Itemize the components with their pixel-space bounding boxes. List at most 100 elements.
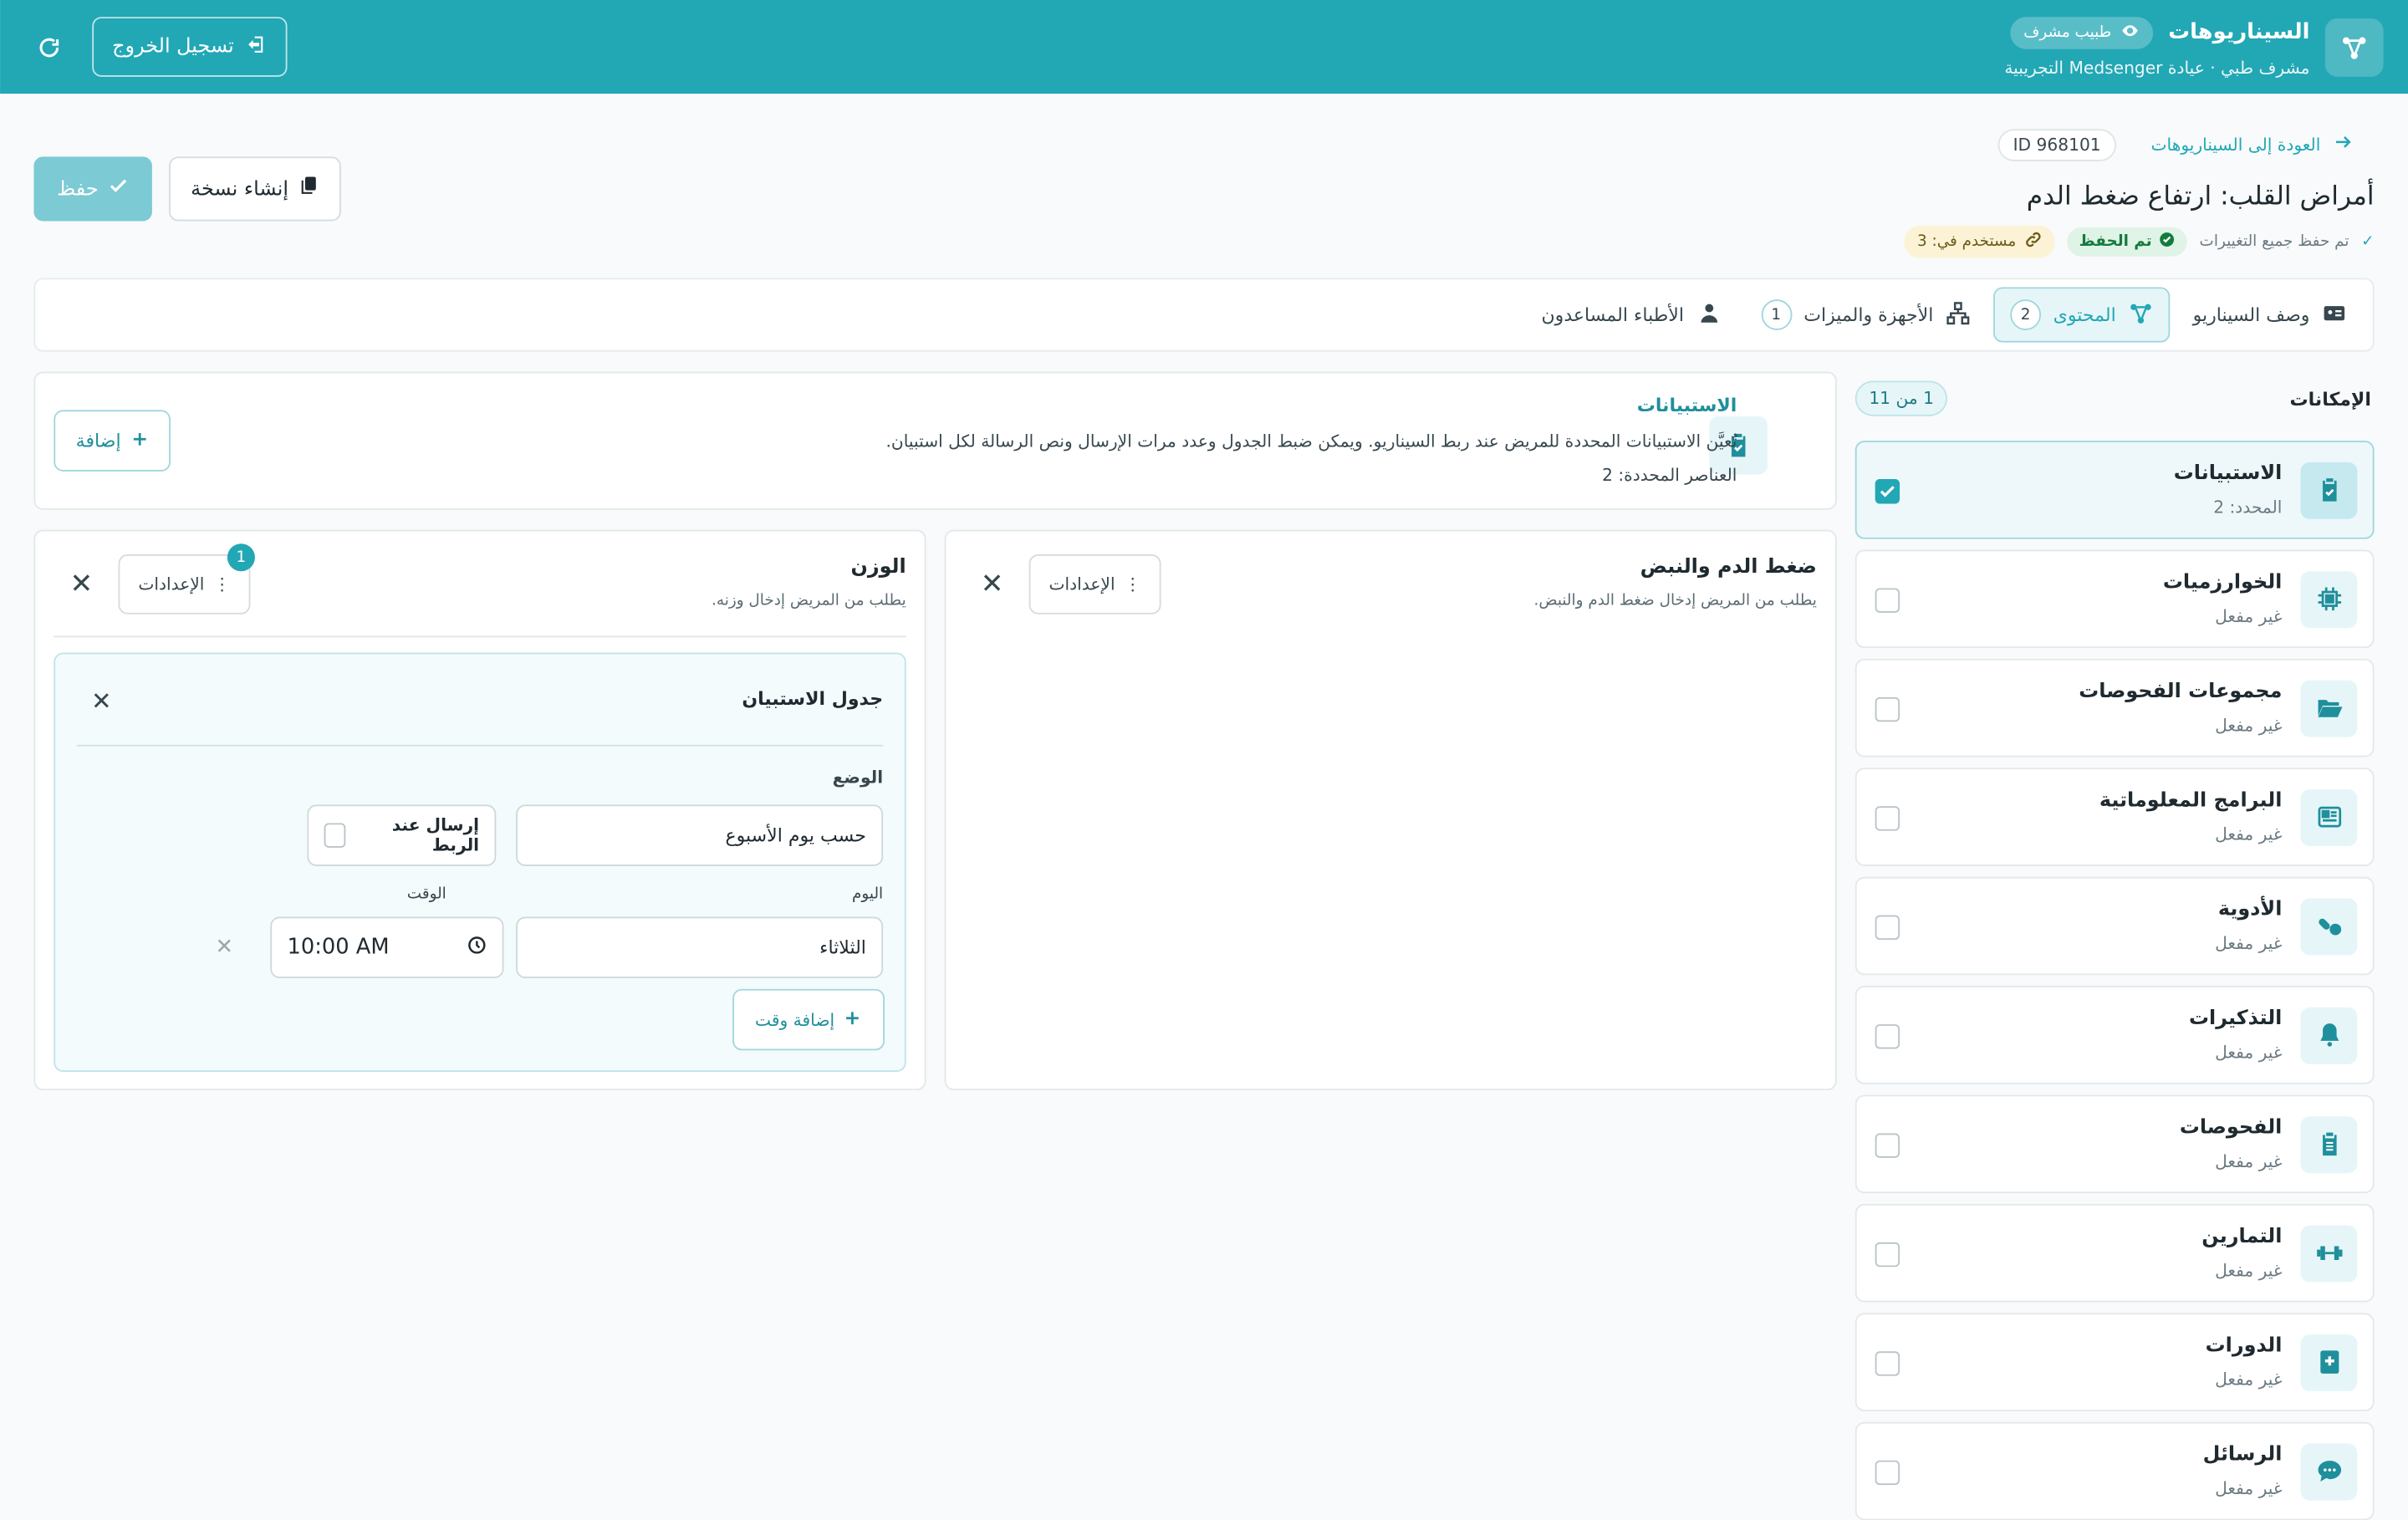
add-button[interactable]: إضافة [54,410,171,472]
card-divider [54,635,906,638]
send-on-link-checkbox[interactable]: إرسال عند الربط [307,804,497,866]
clock-icon[interactable] [467,935,487,961]
feature-info-programs[interactable]: البرامج المعلوماتية غير مفعل [1854,768,2375,866]
save-status-row: ✓ تم حفظ جميع التغييرات تم الحفظ مستخدم … [1905,225,2375,258]
feature-status: غير مفعل [2215,606,2283,627]
vertical-dots-icon: ⋮ [1124,574,1141,594]
feature-exam-groups[interactable]: مجموعات الفحوصات غير مفعل [1854,658,2375,757]
settings-count-badge: 1 [227,543,255,572]
tab-devices[interactable]: الأجهزة والميزات 1 [1744,287,1987,342]
feature-medications[interactable]: الأدوية غير مفعل [1854,876,2375,976]
feature-label: الأدوية [2217,898,2283,922]
saved-badge-label: تم الحفظ [2079,233,2152,251]
features-count: 1 من 11 [1854,380,1948,416]
feature-questionnaires[interactable]: الاستبيانات المحدد: 2 [1854,441,2375,539]
card-title: الوزن [850,555,906,579]
mode-select[interactable]: حسب يوم الأسبوع [516,804,884,866]
arrow-right-icon [2333,132,2353,156]
feature-status: المحدد: 2 [2213,497,2283,518]
card-description: يطلب من المريض إدخال ضغط الدم والنبض. [1533,592,1817,610]
app-title: السيناريوهات [2168,19,2310,45]
close-icon[interactable]: ✕ [66,568,97,600]
feature-label: البرامج المعلوماتية [2099,789,2283,813]
feature-label: الرسائل [2202,1443,2283,1467]
feature-checkbox[interactable] [1875,1242,1900,1268]
bell-icon [2300,1006,2358,1063]
time-input[interactable]: 10:00 AM [270,916,504,978]
feature-algorithms[interactable]: الخوارزميات غير مفعل [1854,549,2375,649]
feature-messages[interactable]: الرسائل غير مفعل [1854,1421,2375,1520]
feature-label: مجموعات الفحوصات [2079,680,2283,704]
vertical-dots-icon: ⋮ [213,574,231,594]
tab-label: وصف السيناريو [2192,303,2310,326]
feature-checkbox[interactable] [1875,588,1900,613]
card-title: ضغط الدم والنبض [1640,555,1817,579]
schedule-divider [76,744,884,747]
feature-checkbox[interactable] [1875,696,1900,722]
feature-status: غير مفعل [2215,1043,2283,1063]
used-in-badge[interactable]: مستخدم في: 3 [1905,225,2055,258]
close-icon[interactable]: ✕ [977,568,1008,600]
remove-time-icon[interactable]: ✕ [209,932,240,963]
settings-button[interactable]: ⋮ الإعدادات 1 [118,543,255,615]
day-select[interactable]: الثلاثاء [516,916,884,978]
feature-label: التمارين [2201,1225,2283,1249]
feature-label: الدورات [2205,1334,2283,1358]
clinic-subtitle: مشرف طبي · عيادة Medsenger التجريبية [2004,57,2310,78]
feature-checkbox[interactable] [1875,1351,1900,1376]
card-description: يطلب من المريض إدخال وزنه. [712,592,906,610]
logout-button[interactable]: تسجيل الخروج [92,17,288,77]
settings-button[interactable]: ⋮ الإعدادات [1028,554,1161,615]
copy-label: إنشاء نسخة [191,177,289,201]
feature-reminders[interactable]: التذكيرات غير مفعل [1854,986,2375,1084]
info-description: تُعيَّن الاستبيانات المحددة للمريض عند ر… [885,431,1737,451]
feature-exercises[interactable]: التمارين غير مفعل [1854,1203,2375,1303]
plus-icon [844,1008,862,1032]
feature-checkbox[interactable] [1875,479,1900,504]
pills-icon [2300,897,2358,955]
questionnaire-card-bp: ضغط الدم والنبض يطلب من المريض إدخال ضغط… [944,529,1837,1091]
tab-assistant-doctors[interactable]: الأطباء المساعدون [1524,287,1737,342]
add-time-button[interactable]: إضافة وقت [732,988,885,1051]
back-to-scenarios-link[interactable]: العودة إلى السيناريوهات [2151,132,2353,156]
send-on-link-label: إرسال عند الربط [391,815,480,856]
feature-checkbox[interactable] [1875,1133,1900,1158]
refresh-icon[interactable] [24,23,74,72]
create-copy-button[interactable]: إنشاء نسخة [169,156,341,222]
features-list: الاستبيانات المحدد: 2 الخوارزميات غير مف… [1854,441,2375,1520]
tab-count: 1 [1760,299,1792,330]
mode-label: الوضع [832,768,884,788]
user-doctor-icon [1696,300,1721,329]
id-card-icon [2322,300,2346,329]
scenarios-logo-icon [2324,18,2384,76]
back-label: العودة إلى السيناريوهات [2150,134,2321,155]
network-icon [1946,300,1970,329]
feature-checkbox[interactable] [1875,915,1900,941]
feature-checkbox[interactable] [1875,806,1900,831]
checkbox-box[interactable] [324,823,346,848]
top-bar: السيناريوهات طبيب مشرف مشرف طبي · عيادة … [0,0,2408,94]
feature-label: الفحوصات [2179,1116,2283,1140]
tab-content[interactable]: المحتوى 2 [1993,287,2171,343]
newspaper-icon [2300,788,2358,846]
tab-description[interactable]: وصف السيناريو [2176,287,2363,342]
feature-status: غير مفعل [2215,933,2283,954]
eye-icon [2120,21,2139,44]
close-icon[interactable]: ✕ [86,685,117,716]
tab-count: 2 [2010,299,2041,330]
check-icon: ✓ [2361,233,2375,251]
link-icon [2023,231,2042,254]
feature-label: الخوارزميات [2162,571,2283,594]
features-header: الإمكانات 1 من 11 [1854,380,2371,416]
logout-icon [247,33,268,60]
feature-checkbox[interactable] [1875,1024,1900,1049]
book-medical-icon [2300,1334,2358,1391]
feature-checkbox[interactable] [1875,1460,1900,1486]
feature-exams[interactable]: الفحوصات غير مفعل [1854,1094,2375,1194]
questionnaires-info-panel: الاستبيانات تُعيَّن الاستبيانات المحددة … [33,371,1837,510]
day-label: اليوم [852,885,884,903]
save-button[interactable]: حفظ [33,156,152,222]
feature-courses[interactable]: الدورات غير مفعل [1854,1313,2375,1411]
logout-label: تسجيل الخروج [112,35,234,59]
day-value: الثلاثاء [819,936,866,959]
